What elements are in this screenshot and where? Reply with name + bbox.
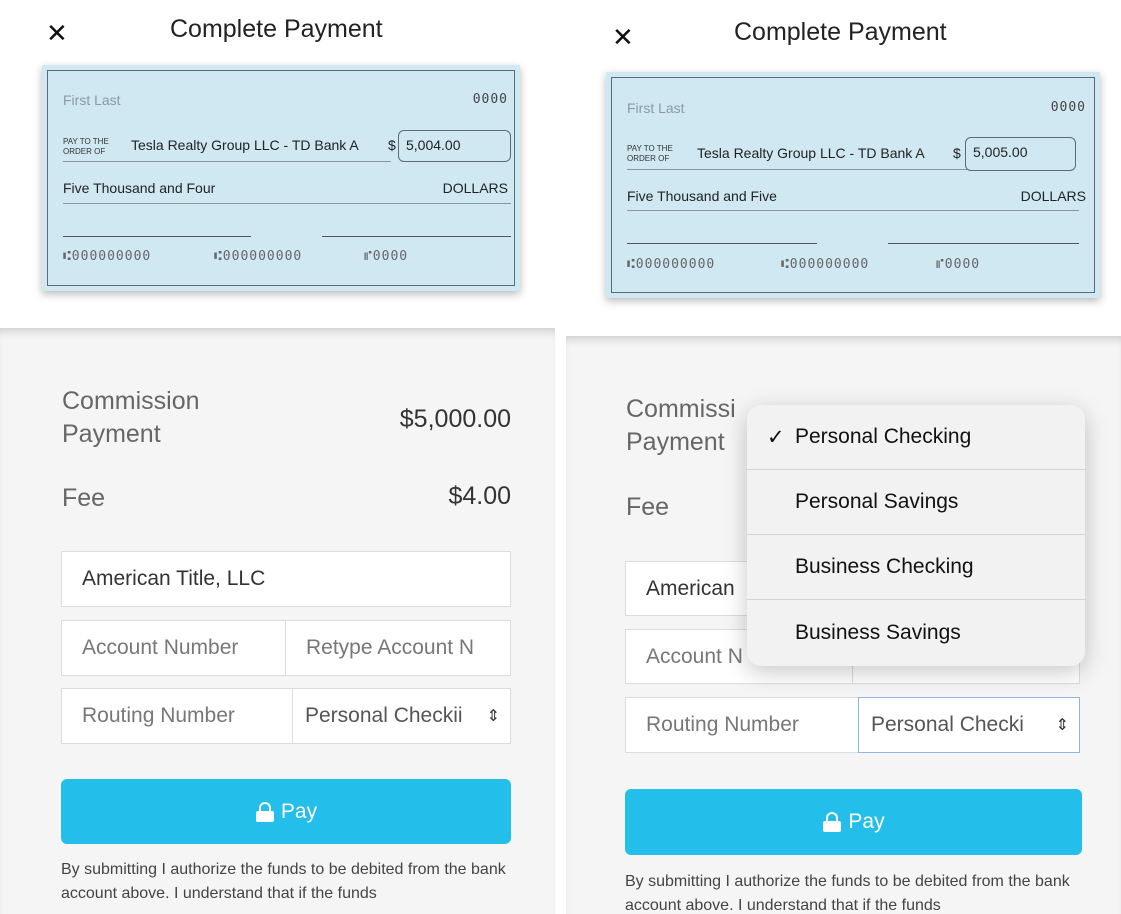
words-underline: [627, 210, 1079, 211]
payee-underline: [63, 161, 391, 162]
checkmark-icon: ✓: [767, 425, 785, 449]
micr-account: ⑆000000000: [214, 249, 303, 264]
micr-check-number: ⑈0000: [936, 257, 981, 272]
signature-line: [888, 243, 1079, 244]
check-payee: Tesla Realty Group LLC - TD Bank A: [131, 137, 359, 153]
dropdown-option-label: Business Savings: [795, 620, 961, 644]
account-type-select[interactable]: Personal Checkii ⇕: [292, 688, 511, 744]
pay-to-label: PAY TO THE ORDER OF: [63, 137, 109, 157]
account-type-selected-value: Personal Checki: [871, 713, 1024, 736]
retype-account-number-input[interactable]: Retype Account N: [285, 620, 511, 676]
check-preview: First Last 0000 PAY TO THE ORDER OF Tesl…: [606, 72, 1100, 298]
fee-label: Fee: [62, 484, 106, 512]
pay-button[interactable]: Pay: [625, 789, 1082, 855]
account-number-input[interactable]: Account Number: [61, 620, 286, 676]
dropdown-option-personal-savings[interactable]: Personal Savings: [747, 470, 1085, 535]
pay-button-label: Pay: [280, 799, 318, 823]
check-account-holder: First Last: [627, 100, 685, 116]
check-number: 0000: [472, 92, 508, 107]
routing-number-input[interactable]: Routing Number: [61, 688, 293, 744]
payment-screen-right: ✕ Complete Payment First Last 0000 PAY T…: [566, 0, 1121, 914]
commission-label: Commissi Payment: [626, 393, 736, 459]
micr-routing: ⑆000000000: [627, 257, 716, 272]
commission-value: $5,000.00: [399, 405, 511, 433]
pay-button[interactable]: Pay: [61, 779, 511, 844]
pay-to-label-line2: ORDER OF: [63, 147, 106, 156]
dropdown-option-business-checking[interactable]: Business Checking: [747, 535, 1085, 600]
dropdown-option-label: Business Checking: [795, 555, 974, 578]
pay-to-label-line1: PAY TO THE: [627, 144, 673, 153]
pay-button-label: Pay: [848, 810, 885, 833]
check-account-holder: First Last: [63, 92, 121, 108]
authorization-disclaimer: By submitting I authorize the funds to b…: [61, 861, 506, 902]
check-amount-field: 5,004.00: [398, 130, 511, 162]
page-title: Complete Payment: [170, 15, 383, 43]
signature-line: [322, 236, 511, 237]
routing-number-input[interactable]: Routing Number: [625, 697, 859, 753]
dropdown-option-business-savings[interactable]: Business Savings: [747, 600, 1085, 665]
close-icon[interactable]: ✕: [46, 20, 68, 46]
pay-to-label-line1: PAY TO THE: [63, 137, 109, 146]
dropdown-option-label: Personal Savings: [795, 490, 959, 513]
top-bar: ✕ Complete Payment: [566, 0, 1121, 70]
micr-routing: ⑆000000000: [63, 249, 152, 264]
words-underline: [63, 203, 511, 204]
memo-line: [627, 243, 817, 244]
dropdown-option-label: Personal Checking: [795, 425, 972, 448]
payee-name-input[interactable]: American Title, LLC: [61, 551, 511, 607]
pay-to-label: PAY TO THE ORDER OF: [627, 144, 673, 164]
account-type-selected-value: Personal Checkii: [305, 704, 463, 727]
fee-label: Fee: [626, 493, 670, 521]
payment-panel: Commission Payment $5,000.00 Fee $4.00 A…: [0, 328, 555, 914]
payment-screen-left: ✕ Complete Payment First Last 0000 PAY T…: [0, 0, 555, 914]
lock-icon: [255, 801, 275, 822]
select-arrows-icon: ⇕: [1055, 717, 1069, 734]
memo-line: [63, 236, 251, 237]
commission-label-line2: Payment: [626, 428, 725, 456]
check-preview: First Last 0000 PAY TO THE ORDER OF Tesl…: [42, 65, 520, 291]
dollars-label: DOLLARS: [1020, 188, 1086, 204]
commission-label: Commission Payment: [62, 385, 200, 451]
check-amount-field: 5,005.00: [965, 137, 1076, 171]
dropdown-option-personal-checking[interactable]: ✓ Personal Checking: [747, 405, 1085, 470]
pay-to-label-line2: ORDER OF: [627, 154, 670, 163]
lock-icon: [822, 812, 842, 832]
select-arrows-icon: ⇕: [486, 708, 500, 725]
dollars-label: DOLLARS: [442, 180, 508, 196]
micr-account: ⑆000000000: [781, 257, 870, 272]
check-number: 0000: [1050, 100, 1086, 115]
check-amount-words: Five Thousand and Five: [627, 188, 777, 204]
commission-label-line1: Commissi: [626, 395, 736, 423]
close-icon[interactable]: ✕: [612, 24, 634, 50]
commission-label-line2: Payment: [62, 420, 161, 448]
authorization-disclaimer: By submitting I authorize the funds to b…: [625, 873, 1070, 914]
payee-underline: [627, 169, 967, 170]
account-type-select[interactable]: Personal Checki ⇕: [858, 697, 1080, 753]
commission-label-line1: Commission: [62, 387, 200, 415]
check-payee: Tesla Realty Group LLC - TD Bank A: [697, 145, 925, 161]
page-title: Complete Payment: [734, 18, 947, 46]
fee-value: $4.00: [448, 482, 511, 510]
top-bar: ✕ Complete Payment: [0, 0, 555, 70]
account-type-dropdown: ✓ Personal Checking Personal Savings Bus…: [747, 405, 1085, 666]
micr-check-number: ⑈0000: [364, 249, 409, 264]
check-amount-words: Five Thousand and Four: [63, 180, 216, 196]
